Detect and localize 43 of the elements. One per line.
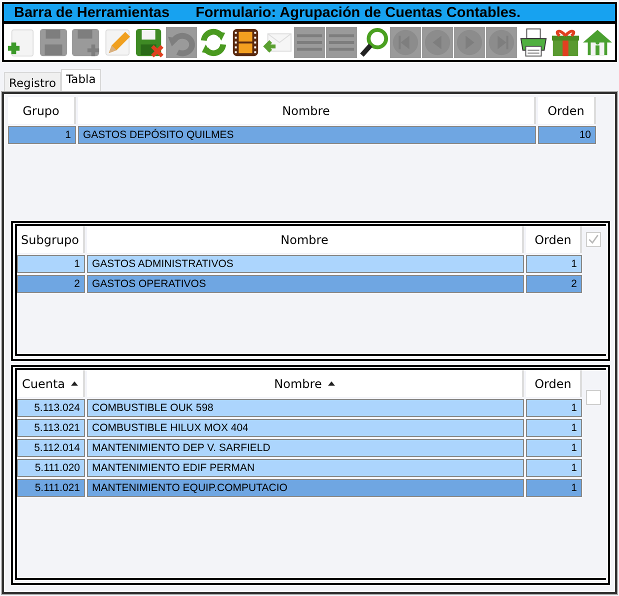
table-cell[interactable]: 1 xyxy=(526,439,582,457)
search-icon[interactable] xyxy=(358,26,389,58)
table-cell[interactable]: 1 xyxy=(526,399,582,417)
table-cell[interactable]: COMBUSTIBLE OUK 598 xyxy=(87,399,524,417)
column-header[interactable]: Orden xyxy=(526,370,582,397)
table-cell[interactable]: 2 xyxy=(17,275,85,293)
table-cell[interactable]: 1 xyxy=(526,459,582,477)
table-cell[interactable]: GASTOS ADMINISTRATIVOS xyxy=(87,255,524,273)
column-header[interactable]: Subgrupo xyxy=(17,226,85,253)
column-header[interactable]: Orden xyxy=(538,97,596,124)
printer-icon[interactable] xyxy=(518,26,549,58)
film-icon[interactable] xyxy=(230,26,261,58)
table-cell[interactable]: 5.111.020 xyxy=(17,459,85,477)
table-cell[interactable]: 1 xyxy=(526,255,582,273)
column-header[interactable]: Cuenta xyxy=(17,370,85,397)
table-cell[interactable]: 5.111.021 xyxy=(17,479,85,497)
checkbox[interactable] xyxy=(586,390,601,405)
table-cell[interactable]: 5.113.021 xyxy=(17,419,85,437)
table-cell[interactable]: GASTOS OPERATIVOS xyxy=(87,275,524,293)
floppy-cross-icon[interactable] xyxy=(134,26,165,58)
table-cell[interactable]: MANTENIMIENTO EDIF PERMAN xyxy=(87,459,524,477)
table-cell[interactable]: 5.112.014 xyxy=(17,439,85,457)
tab[interactable]: Registro xyxy=(4,72,62,92)
column-header[interactable]: Nombre xyxy=(87,226,524,253)
table-cell[interactable]: 1 xyxy=(526,419,582,437)
checkbox[interactable] xyxy=(586,232,601,247)
form-title: Formulario: Agrupación de Cuentas Contables. xyxy=(196,4,521,20)
table-cell[interactable]: 2 xyxy=(526,275,582,293)
column-header[interactable]: Nombre xyxy=(87,370,524,397)
table-cell[interactable]: 1 xyxy=(526,479,582,497)
table-cell[interactable]: COMBUSTIBLE HILUX MOX 404 xyxy=(87,419,524,437)
column-header[interactable]: Grupo xyxy=(8,97,76,124)
window-title: Barra de Herramientas xyxy=(14,4,170,20)
table-cell[interactable]: 5.113.024 xyxy=(17,399,85,417)
table-cell[interactable]: 1 xyxy=(17,255,85,273)
column-header[interactable]: Orden xyxy=(526,226,582,253)
column-header[interactable]: Nombre xyxy=(78,97,536,124)
table-cell[interactable]: GASTOS DEPÓSITO QUILMES xyxy=(78,126,536,144)
table-cell[interactable]: 1 xyxy=(8,126,76,144)
tab[interactable]: Tabla xyxy=(61,69,101,92)
table-cell[interactable]: 10 xyxy=(538,126,596,144)
table-cell[interactable]: MANTENIMIENTO DEP V. SARFIELD xyxy=(87,439,524,457)
table-cell[interactable]: MANTENIMIENTO EQUIP.COMPUTACIO xyxy=(87,479,524,497)
